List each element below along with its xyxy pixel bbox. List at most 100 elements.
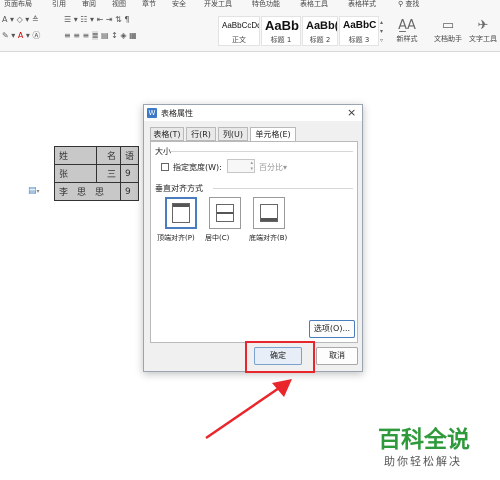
chevron-down-icon[interactable]: ▾	[26, 31, 30, 40]
assistant-icon: ▭	[441, 18, 455, 33]
chevron-down-icon[interactable]: ▾	[25, 15, 29, 24]
font-color-icon[interactable]: A	[18, 31, 23, 40]
dialog-title-bar[interactable]: W 表格属性 ×	[144, 105, 362, 121]
tab-table[interactable]: 表格(T)	[150, 127, 184, 141]
paragraph-row-1: ☰ ▾ ☷ ▾ ⇤ ⇥ ⇅ ¶	[64, 14, 129, 26]
tab-column[interactable]: 列(U)	[218, 127, 248, 141]
valign-section-label: 垂直对齐方式	[155, 184, 203, 193]
change-case-icon[interactable]: ≙	[32, 15, 39, 24]
tab-cell[interactable]: 单元格(E)	[250, 127, 296, 142]
chevron-down-icon[interactable]: ▾	[74, 15, 78, 24]
chevron-down-icon[interactable]: ▾	[10, 15, 14, 24]
align-justify-icon[interactable]: ≣	[91, 31, 99, 40]
align-center-icon[interactable]: ≡	[73, 31, 80, 40]
align-right-icon[interactable]: ≡	[83, 31, 90, 40]
line-spacing-icon[interactable]: ↕	[111, 31, 118, 40]
table-row: 张 三 9	[54, 164, 140, 183]
font-format-row-1: A ▾ ◇ ▾ ≙	[2, 14, 39, 26]
align-center-label: 居中(C)	[205, 234, 230, 242]
align-top-label: 顶端对齐(P)	[157, 234, 195, 242]
tab-table-style[interactable]: 表格样式	[348, 0, 376, 8]
section-divider	[171, 151, 353, 152]
align-bottom-option[interactable]	[253, 197, 285, 229]
align-left-icon[interactable]: ≡	[64, 31, 71, 40]
numbered-list-icon[interactable]: ☷	[80, 15, 87, 24]
tab-security[interactable]: 安全	[172, 0, 186, 8]
table-cell[interactable]: 张	[54, 164, 97, 183]
close-icon[interactable]: ×	[347, 106, 356, 119]
style-heading-1[interactable]: AaBb 标题 1	[261, 16, 301, 46]
tab-view[interactable]: 视图	[112, 0, 126, 8]
section-divider	[213, 188, 353, 189]
cell-tab-panel: 大小 指定宽度(W): ▴ ▾ 百分比▾ 垂直对齐方式 顶端对齐(P) 居中(C)	[150, 141, 358, 343]
text-tools-button[interactable]: ✈ 文字工具	[466, 18, 500, 44]
table-cell[interactable]: 9	[119, 182, 140, 201]
char-border-icon[interactable]: Ⓐ	[32, 31, 40, 40]
table-cell[interactable]: 9	[119, 164, 140, 183]
table-row: 姓 名 语	[54, 146, 140, 165]
table-cell[interactable]: 语	[119, 146, 140, 165]
chevron-down-icon[interactable]: ▾	[11, 31, 15, 40]
tab-developer[interactable]: 开发工具	[204, 0, 232, 8]
document-table[interactable]: 姓 名 语 张 三 9 李 思 思 9	[54, 146, 140, 201]
borders-icon[interactable]: ▦	[129, 31, 137, 40]
wrench-icon: ✈	[477, 18, 489, 33]
tab-features[interactable]: 特色功能	[252, 0, 280, 8]
align-bottom-icon	[260, 204, 278, 222]
table-properties-dialog: W 表格属性 × 表格(T) 行(R) 列(U) 单元格(E) 大小 指定宽度(…	[143, 104, 363, 373]
table-cell[interactable]: 姓	[54, 146, 97, 165]
shading-icon[interactable]: ◈	[120, 31, 126, 40]
ribbon: 页面布局 引用 审阅 视图 章节 安全 开发工具 特色功能 表格工具 表格样式 …	[0, 0, 500, 52]
arrow-head	[272, 379, 292, 397]
style-gallery-scroll[interactable]: ▴ ▾ ▿	[380, 18, 386, 46]
options-button[interactable]: 选项(O)...	[309, 320, 355, 338]
table-cell[interactable]: 三	[96, 164, 121, 183]
table-cell[interactable]: 名	[96, 146, 121, 165]
align-top-icon	[172, 203, 190, 223]
tab-row[interactable]: 行(R)	[186, 127, 216, 141]
style-heading-2[interactable]: AaBb( 标题 2	[302, 16, 338, 46]
chevron-down-icon: ▾	[283, 163, 288, 172]
tab-section[interactable]: 章节	[142, 0, 156, 8]
indent-increase-icon[interactable]: ⇥	[106, 15, 113, 24]
show-marks-icon[interactable]: ¶	[124, 15, 129, 24]
width-input[interactable]: ▴ ▾	[227, 159, 255, 173]
spinner-icon[interactable]: ▴ ▾	[250, 160, 253, 172]
dialog-title: 表格属性	[161, 109, 193, 118]
bullet-list-icon[interactable]: ☰	[64, 15, 71, 24]
chevron-down-icon[interactable]: ▾	[90, 15, 94, 24]
style-normal[interactable]: AaBbCcDd 正文	[218, 16, 260, 46]
tab-review[interactable]: 审阅	[82, 0, 96, 8]
align-bottom-label: 底端对齐(B)	[249, 234, 288, 242]
align-middle-icon	[216, 204, 234, 222]
pinyin-icon[interactable]: ◇	[17, 15, 23, 24]
red-arrow-icon	[205, 379, 292, 440]
new-style-button[interactable]: A̲A 新样式	[390, 18, 424, 44]
distribute-icon[interactable]: ▤	[101, 31, 109, 40]
cancel-button[interactable]: 取消	[316, 347, 358, 365]
font-grow-icon[interactable]: A	[2, 15, 7, 24]
paragraph-marker-icon[interactable]: ▤▾	[28, 186, 40, 196]
tab-table-tools[interactable]: 表格工具	[300, 0, 328, 8]
table-cell[interactable]: 李 思 思	[54, 182, 121, 201]
highlight-icon[interactable]: ✎	[2, 31, 9, 40]
new-style-icon: A̲A	[398, 18, 416, 33]
app-icon: W	[147, 108, 157, 118]
watermark-subtitle: 助你轻松解决	[384, 455, 462, 468]
specify-width-checkbox[interactable]	[161, 163, 169, 171]
document-assistant-button[interactable]: ▭ 文档助手	[432, 18, 464, 44]
tab-page-layout[interactable]: 页面布局	[4, 0, 32, 8]
size-section-label: 大小	[155, 147, 171, 156]
tab-references[interactable]: 引用	[52, 0, 66, 8]
ok-button[interactable]: 确定	[254, 347, 302, 365]
align-top-option[interactable]	[165, 197, 197, 229]
search-box[interactable]: ⚲ 查找	[398, 0, 419, 8]
indent-decrease-icon[interactable]: ⇤	[97, 15, 104, 24]
unit-select[interactable]: 百分比▾	[259, 162, 287, 173]
style-heading-3[interactable]: AaBbC 标题 3	[339, 16, 379, 46]
specify-width-label: 指定宽度(W):	[173, 163, 222, 172]
align-center-option[interactable]	[209, 197, 241, 229]
paragraph-row-2: ≡ ≡ ≡ ≣ ▤ ↕ ◈ ▦	[64, 30, 137, 42]
sort-icon[interactable]: ⇅	[115, 15, 122, 24]
font-format-row-2: ✎ ▾ A ▾ Ⓐ	[2, 30, 40, 42]
